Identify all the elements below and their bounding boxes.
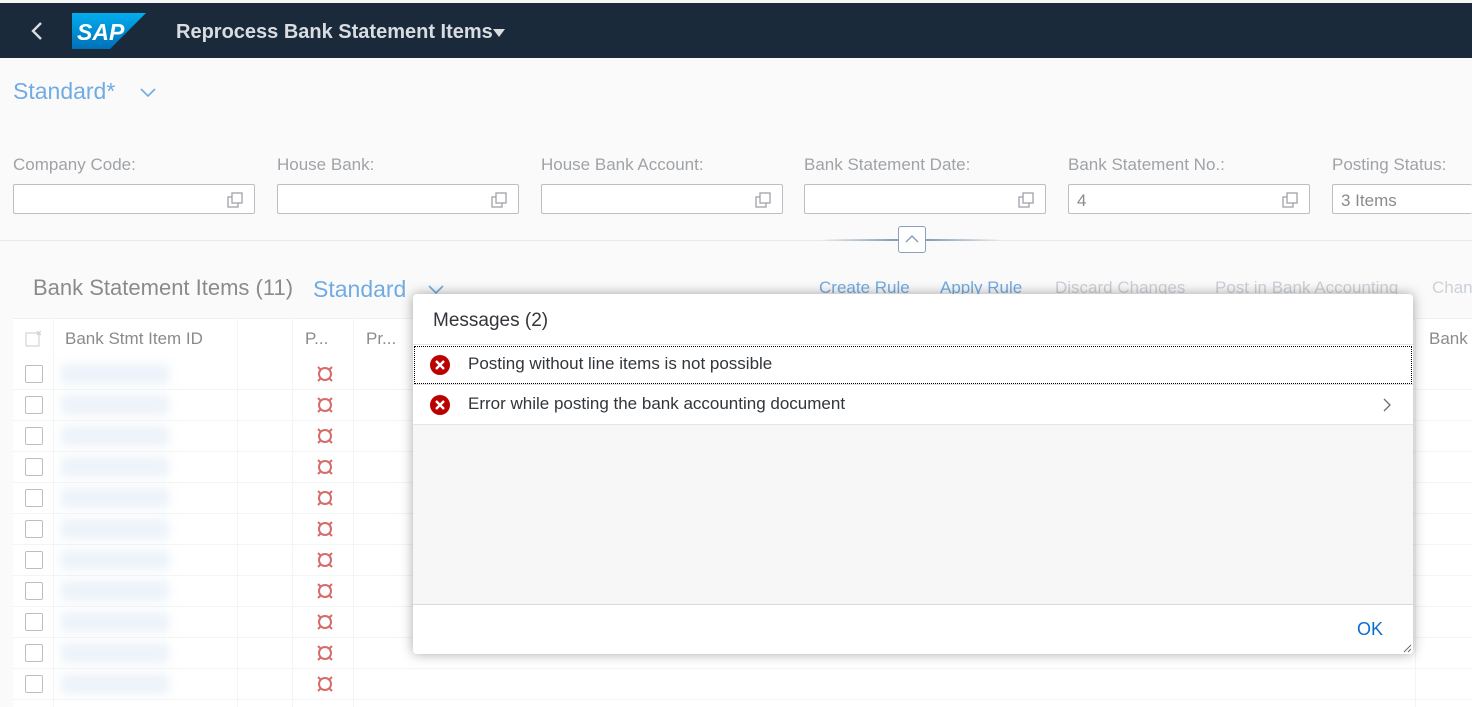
resize-handle-icon[interactable] bbox=[1402, 643, 1412, 653]
message-item[interactable]: Error while posting the bank accounting … bbox=[413, 385, 1413, 425]
back-icon[interactable] bbox=[26, 18, 48, 44]
error-icon bbox=[430, 355, 450, 375]
app-title[interactable]: Reprocess Bank Statement Items bbox=[176, 21, 493, 44]
dialog-title: Messages (2) bbox=[433, 310, 549, 331]
message-item[interactable]: Posting without line items is not possib… bbox=[413, 345, 1413, 385]
message-text: Posting without line items is not possib… bbox=[468, 354, 773, 373]
error-icon bbox=[430, 395, 450, 415]
sap-logo[interactable]: SAP bbox=[72, 13, 146, 49]
shell-bar: SAP Reprocess Bank Statement Items bbox=[0, 3, 1472, 58]
ok-button[interactable]: OK bbox=[1357, 619, 1383, 640]
message-list: Posting without line items is not possib… bbox=[413, 344, 1413, 605]
chevron-right-icon[interactable] bbox=[1382, 398, 1391, 412]
svg-text:SAP: SAP bbox=[77, 19, 125, 45]
message-text: Error while posting the bank accounting … bbox=[468, 394, 846, 413]
messages-dialog: Messages (2) Posting without line items … bbox=[413, 294, 1413, 654]
dialog-footer: OK bbox=[413, 604, 1413, 654]
caret-down-icon[interactable] bbox=[493, 29, 505, 37]
